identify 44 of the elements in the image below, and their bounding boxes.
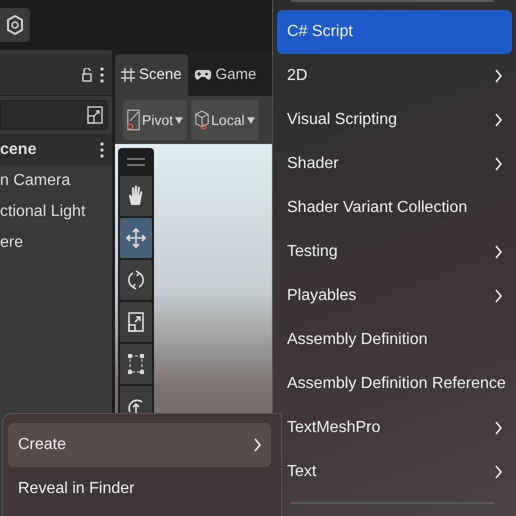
rotate-icon [126, 269, 146, 291]
tool-button[interactable] [120, 260, 152, 300]
menu-item[interactable]: Testing [277, 230, 512, 274]
hexagon-logo-icon [7, 15, 23, 35]
cube-icon [195, 110, 210, 130]
lock-icon[interactable] [82, 68, 92, 82]
menu-item[interactable]: 2D [277, 54, 512, 98]
drag-handle-icon[interactable] [127, 158, 145, 166]
menu-item[interactable]: Shader [277, 142, 512, 186]
tab[interactable]: Scene [115, 54, 188, 96]
menu-item[interactable]: TextMeshPro [277, 406, 512, 450]
caret-icon [175, 116, 184, 124]
menu-item[interactable]: Visual Scripting [277, 98, 512, 142]
tool-button[interactable] [120, 218, 152, 258]
expand-icon[interactable] [87, 106, 103, 124]
pivot-icon [127, 109, 140, 131]
hierarchy-item[interactable]: ctional Light [0, 196, 86, 227]
local-dropdown[interactable]: Local [191, 100, 259, 140]
tool-button[interactable] [120, 176, 152, 216]
move-arrows-icon [125, 227, 147, 249]
more-menu-icon[interactable] [100, 142, 104, 158]
grid-icon [121, 68, 135, 82]
menu-item[interactable]: Assembly Definition Reference [277, 362, 512, 406]
tool-button[interactable] [120, 344, 152, 384]
hierarchy-item[interactable]: ere [0, 227, 24, 258]
menu-item[interactable]: C# Script [277, 10, 512, 54]
menu-item[interactable]: Shader Variant Collection [277, 186, 512, 230]
menu-item[interactable]: Playables [277, 274, 512, 318]
pivot-dropdown[interactable]: Pivot [123, 100, 188, 140]
menu-item[interactable]: Assembly Definition [277, 318, 512, 362]
scale-icon [126, 311, 146, 333]
logo-button[interactable] [0, 8, 30, 42]
tab[interactable]: Game [188, 54, 262, 96]
gamepad-icon [194, 68, 212, 82]
more-menu-icon[interactable] [100, 66, 104, 82]
hierarchy-item[interactable]: n Camera [0, 165, 70, 196]
menu-item[interactable]: Reveal in Finder [8, 467, 271, 511]
search-field[interactable] [0, 100, 108, 130]
caret-icon [246, 116, 255, 124]
rect-tool-icon [126, 353, 146, 375]
menu-item[interactable]: Create [8, 423, 271, 467]
tool-button[interactable] [120, 302, 152, 342]
menu-item[interactable]: Text [277, 450, 512, 494]
hand-icon [127, 185, 145, 207]
